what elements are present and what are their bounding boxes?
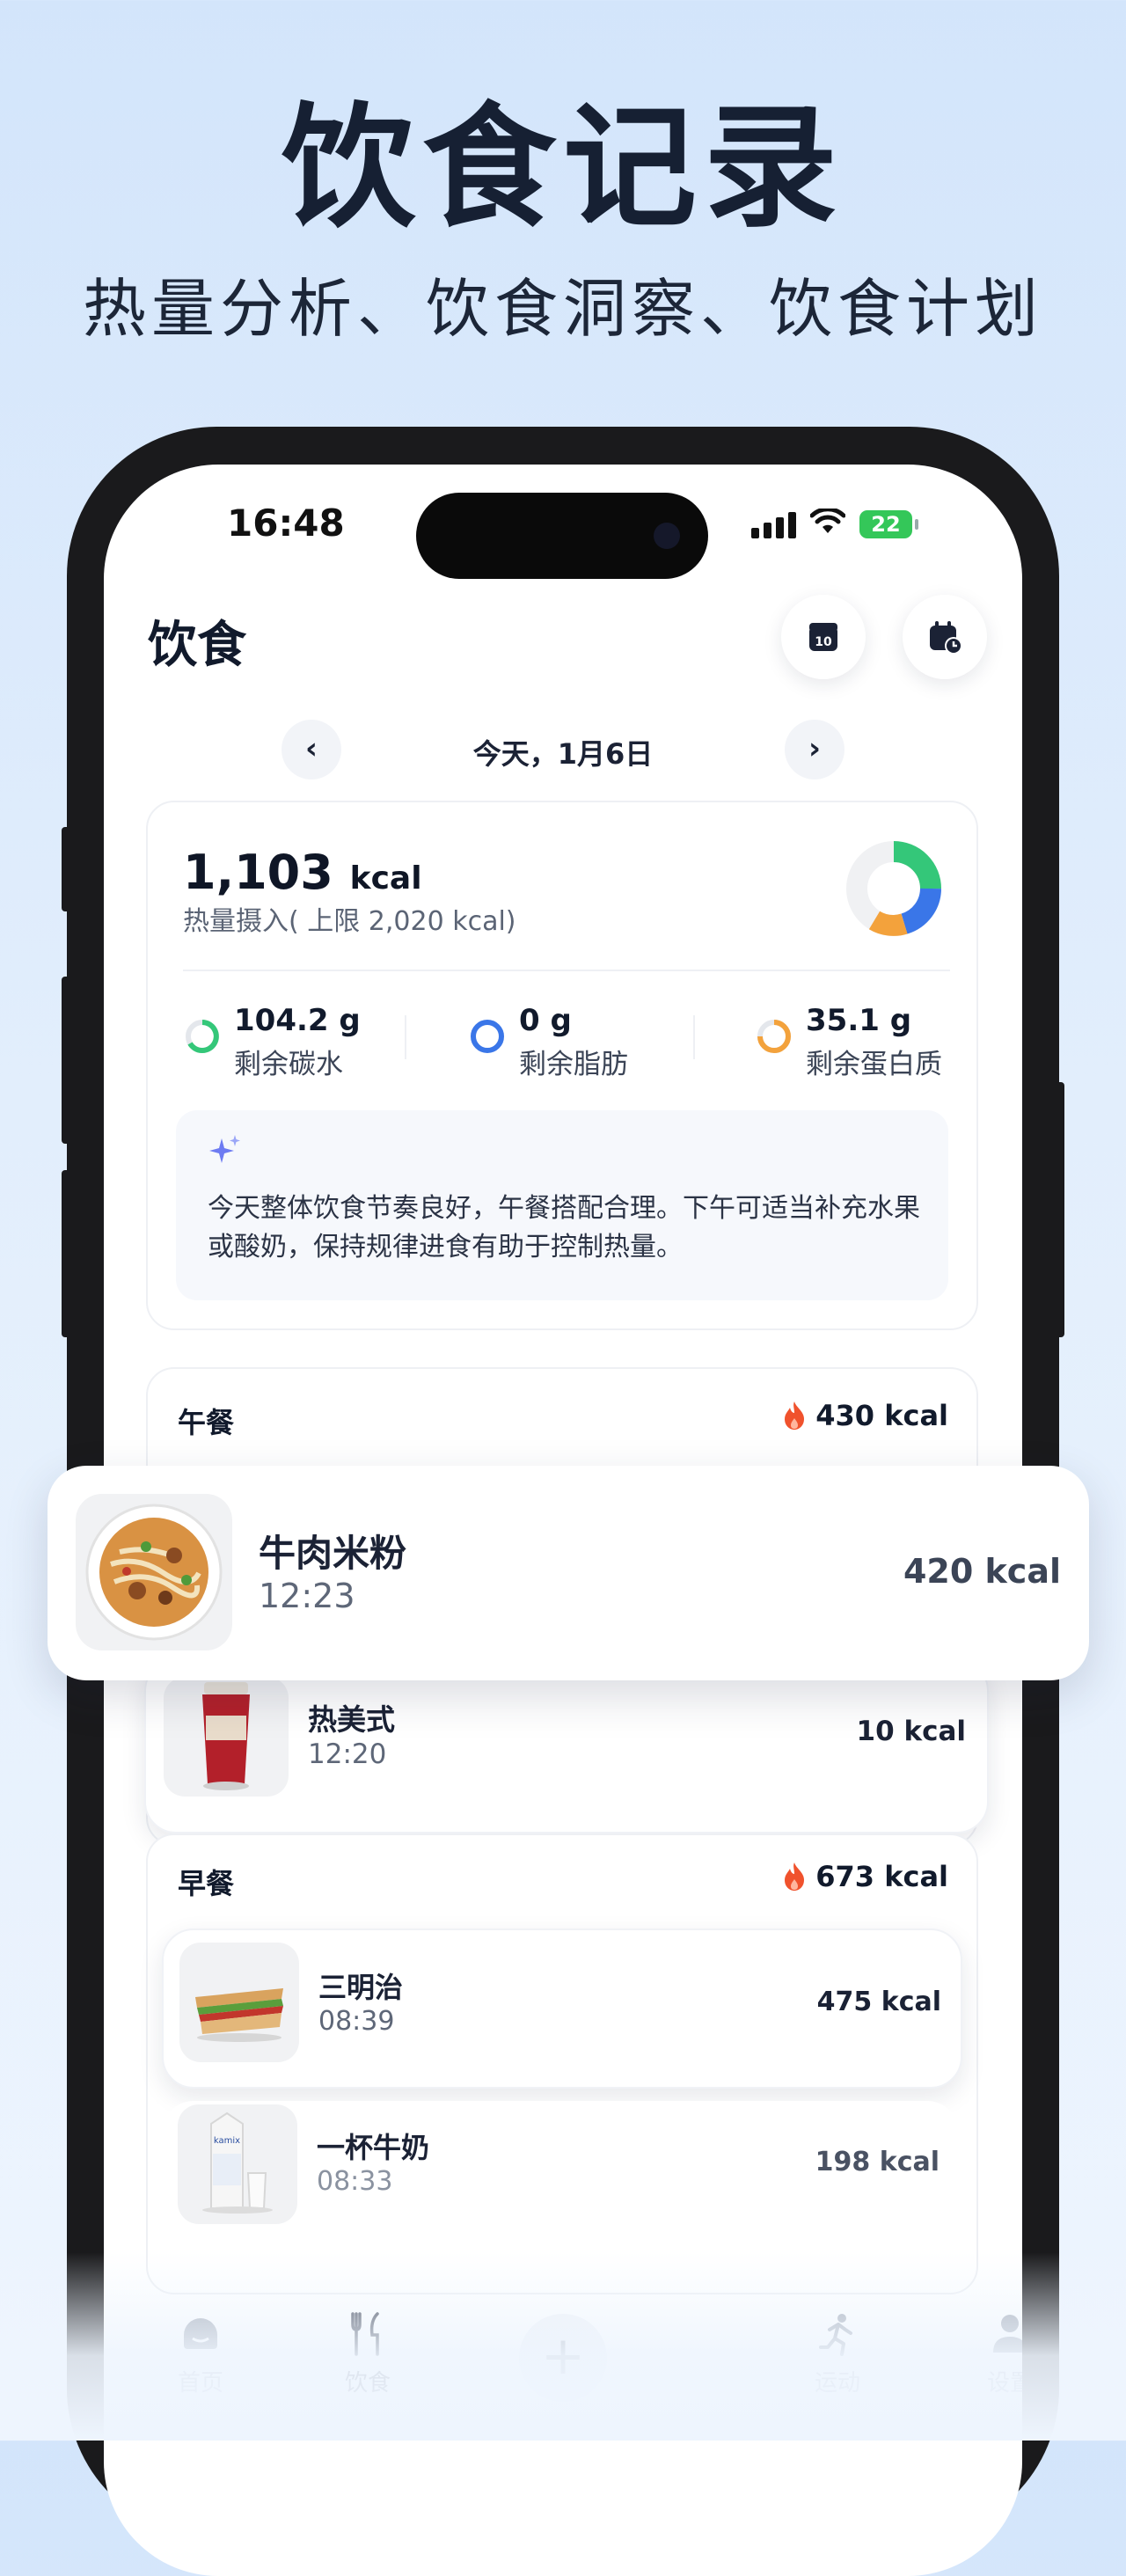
tab-label: 饮食 xyxy=(344,2370,391,2397)
calorie-subtitle: 热量摄入( 上限 2,020 kcal) xyxy=(183,906,516,937)
macro-separator xyxy=(693,1015,695,1059)
food-time: 12:20 xyxy=(308,1738,387,1770)
food-time: 08:39 xyxy=(318,2006,395,2037)
page-title: 饮食 xyxy=(148,617,246,674)
sparkle-icon xyxy=(209,1135,240,1163)
fat-ring-icon xyxy=(471,1020,504,1053)
summary-divider xyxy=(183,970,950,971)
calendar-badge-icon: 10 xyxy=(809,623,837,651)
tab-label: 首页 xyxy=(177,2370,223,2397)
food-thumbnail-sandwich xyxy=(179,1943,299,2062)
carbs-value: 104.2 g xyxy=(234,1003,361,1038)
calorie-unit: kcal xyxy=(349,860,422,896)
food-kcal: 475 kcal xyxy=(816,1987,941,2017)
food-kcal: 198 kcal xyxy=(815,2147,940,2177)
tab-label: 运动 xyxy=(814,2370,860,2397)
hero-title: 饮食记录 xyxy=(282,90,844,245)
fat-label: 剩余脂肪 xyxy=(519,1049,628,1080)
food-thumbnail-milk: kamix xyxy=(178,2104,297,2224)
food-row-milk[interactable]: kamix 一杯牛奶 08:33 198 kcal xyxy=(162,2101,959,2233)
fat-value: 0 g xyxy=(519,1003,572,1038)
tab-settings[interactable]: 设置 xyxy=(948,2312,1022,2397)
calendar-clock-icon xyxy=(930,621,962,655)
person-icon xyxy=(948,2312,1022,2361)
macro-donut-chart xyxy=(846,841,941,936)
flame-icon xyxy=(785,1401,805,1430)
food-row-beef-rice-noodles[interactable]: 牛肉米粉 12:23 420 kcal xyxy=(48,1466,1089,1680)
store-button[interactable]: 10 xyxy=(781,595,866,679)
food-name: 三明治 xyxy=(318,1971,404,2004)
fork-knife-icon xyxy=(306,2312,429,2361)
ai-insight-box: 今天整体饮食节奏良好，午餐搭配合理。下午可适当补充水果或酸奶，保持规律进食有助于… xyxy=(176,1110,948,1300)
carbs-ring-icon xyxy=(186,1020,219,1053)
phone-action-button xyxy=(62,827,72,911)
wifi-icon xyxy=(809,507,846,540)
front-camera xyxy=(654,523,680,549)
run-icon xyxy=(776,2312,899,2361)
next-day-button[interactable]: › xyxy=(785,720,844,779)
food-name: 一杯牛奶 xyxy=(317,2131,430,2164)
calorie-value: 1,103 xyxy=(183,845,333,900)
home-icon xyxy=(139,2312,262,2361)
milk-carton-brand: kamix xyxy=(214,2136,240,2146)
phone-volume-up xyxy=(62,977,72,1144)
food-kcal: 10 kcal xyxy=(856,1716,966,1747)
date-label: 今天，1月6日 xyxy=(472,737,654,771)
status-time: 16:48 xyxy=(227,501,345,545)
hero-subtitle: 热量分析、饮食洞察、饮食计划 xyxy=(82,272,1043,346)
date-row: ‹ 今天，1月6日 › xyxy=(104,720,1022,781)
flame-icon xyxy=(785,1862,805,1891)
macro-separator xyxy=(405,1015,406,1059)
calendar-clock-button[interactable] xyxy=(903,595,987,679)
tab-exercise[interactable]: 运动 xyxy=(776,2312,899,2397)
food-thumbnail-coffee xyxy=(164,1677,289,1797)
protein-value: 35.1 g xyxy=(806,1003,912,1038)
tab-diet[interactable]: 饮食 xyxy=(306,2312,429,2397)
battery-icon: 22 xyxy=(859,510,918,538)
food-thumbnail-noodles xyxy=(76,1494,232,1650)
tab-label: 设置 xyxy=(986,2370,1022,2397)
calorie-summary-card[interactable]: 1,103 kcal 热量摄入( 上限 2,020 kcal) 104.2 g … xyxy=(146,801,978,1330)
food-row-sandwich[interactable]: 三明治 08:39 475 kcal xyxy=(162,1928,962,2089)
calendar-badge-text: 10 xyxy=(815,635,832,649)
food-kcal: 420 kcal xyxy=(903,1552,1061,1591)
signal-icon xyxy=(751,510,796,538)
breakfast-total: 673 kcal xyxy=(782,1860,948,1893)
ai-insight-text: 今天整体饮食节奏良好，午餐搭配合理。下午可适当补充水果或酸奶，保持规律进食有助于… xyxy=(208,1193,920,1262)
breakfast-total-kcal: 673 kcal xyxy=(815,1860,948,1893)
lunch-title: 午餐 xyxy=(178,1406,235,1439)
food-time: 12:23 xyxy=(259,1577,355,1615)
status-icons: 22 xyxy=(751,507,918,540)
tab-home[interactable]: 首页 xyxy=(139,2312,262,2397)
tab-bar: 首页 饮食 + 运动 设置 xyxy=(104,2294,1022,2453)
food-name: 牛肉米粉 xyxy=(259,1532,407,1575)
add-food-button[interactable]: + xyxy=(519,2314,607,2402)
carbs-label: 剩余碳水 xyxy=(234,1049,343,1080)
breakfast-title: 早餐 xyxy=(178,1867,235,1900)
protein-label: 剩余蛋白质 xyxy=(806,1049,942,1080)
food-row-americano[interactable]: 热美式 12:20 10 kcal xyxy=(144,1659,989,1833)
lunch-total: 430 kcal xyxy=(782,1399,948,1432)
calorie-total: 1,103 kcal xyxy=(183,845,422,900)
lunch-total-kcal: 430 kcal xyxy=(815,1399,948,1432)
protein-ring-icon xyxy=(757,1020,791,1053)
dynamic-island xyxy=(416,493,708,579)
phone-volume-down xyxy=(62,1170,72,1337)
food-time: 08:33 xyxy=(317,2166,393,2197)
phone-power-button xyxy=(1054,1082,1064,1337)
food-name: 热美式 xyxy=(308,1702,395,1737)
